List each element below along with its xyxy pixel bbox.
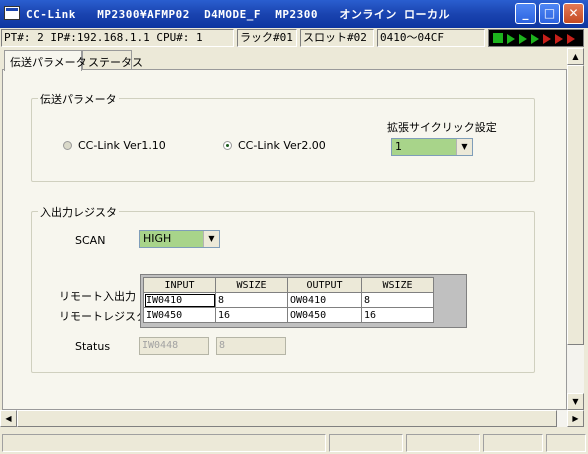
- remote-register-label: リモートレジスタ: [59, 310, 147, 323]
- scroll-left-icon[interactable]: ◀: [0, 410, 17, 427]
- scan-label: SCAN: [75, 234, 106, 247]
- close-button[interactable]: ✕: [563, 3, 584, 24]
- radio-unchecked-icon: [63, 141, 72, 150]
- tab-transfer-parameters[interactable]: 伝送パラメータ: [4, 50, 87, 71]
- maximize-button[interactable]: □: [539, 3, 560, 24]
- window-title: CC-Link MP2300¥AFMP02 D4MODE_F MP2300 オン…: [26, 8, 451, 21]
- status-pane: [2, 434, 326, 452]
- column-header-output: OUTPUT: [287, 277, 362, 293]
- input-register-cell[interactable]: IW0410: [143, 292, 216, 308]
- title-bar: CC-Link MP2300¥AFMP02 D4MODE_F MP2300 オン…: [0, 0, 588, 28]
- status-arrow-icon: [507, 34, 515, 44]
- column-header-wsize: WSIZE: [215, 277, 288, 293]
- status-bar: [0, 432, 588, 454]
- ext-cyclic-select[interactable]: 1 ▼: [391, 138, 473, 156]
- input-wsize-cell[interactable]: 16: [215, 307, 288, 323]
- status-arrow-icon: [567, 34, 575, 44]
- radio-ver200[interactable]: CC-Link Ver2.00: [223, 139, 326, 152]
- horizontal-scrollbar[interactable]: ◀ ▶: [0, 410, 584, 427]
- ext-cyclic-label: 拡張サイクリック設定: [387, 121, 497, 134]
- group-title: 伝送パラメータ: [38, 91, 119, 107]
- output-wsize-cell[interactable]: 8: [361, 292, 434, 308]
- status-size-field: 8: [216, 337, 286, 355]
- minimize-button[interactable]: _: [515, 3, 536, 24]
- vertical-scroll-thumb[interactable]: [567, 65, 584, 345]
- status-arrow-icon: [555, 34, 563, 44]
- column-header-wsize: WSIZE: [361, 277, 434, 293]
- vertical-scrollbar[interactable]: ▲ ▼: [567, 48, 584, 410]
- table-header-row: INPUT WSIZE OUTPUT WSIZE: [143, 277, 434, 293]
- table-row: IW0450 16 OW0450 16: [143, 307, 434, 323]
- input-register-cell[interactable]: IW0450: [143, 307, 216, 323]
- slot-info: スロット#02: [300, 29, 374, 47]
- radio-ver110-label: CC-Link Ver1.10: [78, 139, 166, 152]
- scan-value: HIGH: [143, 232, 172, 245]
- output-wsize-cell[interactable]: 16: [361, 307, 434, 323]
- input-wsize-cell[interactable]: 8: [215, 292, 288, 308]
- radio-ver200-label: CC-Link Ver2.00: [238, 139, 326, 152]
- status-register-field: IW0448: [139, 337, 209, 355]
- tab-content-panel: 伝送パラメータ CC-Link Ver1.10 CC-Link Ver2.00 …: [2, 69, 567, 410]
- chevron-down-icon[interactable]: ▼: [456, 139, 472, 155]
- status-arrow-icon: [543, 34, 551, 44]
- group-title: 入出力レジスタ: [38, 204, 119, 220]
- pt-ip-cpu-info: PT#: 2 IP#:192.168.1.1 CPU#: 1: [1, 29, 234, 47]
- run-led-icon: [493, 33, 503, 43]
- app-window-icon[interactable]: [4, 6, 20, 20]
- status-arrow-icon: [531, 34, 539, 44]
- status-pane: [483, 434, 543, 452]
- horizontal-scroll-thumb[interactable]: [17, 410, 557, 427]
- scroll-down-icon[interactable]: ▼: [567, 393, 584, 410]
- io-register-table: INPUT WSIZE OUTPUT WSIZE IW0410 8 OW0410…: [140, 274, 467, 328]
- output-register-cell[interactable]: OW0410: [287, 292, 362, 308]
- rack-info: ラック#01: [237, 29, 297, 47]
- register-range-info: 0410～04CF: [377, 29, 485, 47]
- tab-status[interactable]: ステータス: [82, 50, 143, 70]
- radio-checked-icon: [223, 141, 232, 150]
- table-row: IW0410 8 OW0410 8: [143, 292, 434, 308]
- status-arrow-icon: [519, 34, 527, 44]
- scan-select[interactable]: HIGH ▼: [139, 230, 220, 248]
- ext-cyclic-value: 1: [395, 140, 402, 153]
- output-register-cell[interactable]: OW0450: [287, 307, 362, 323]
- status-pane: [329, 434, 403, 452]
- chevron-down-icon[interactable]: ▼: [203, 231, 219, 247]
- scroll-right-icon[interactable]: ▶: [567, 410, 584, 427]
- radio-ver110[interactable]: CC-Link Ver1.10: [63, 139, 166, 152]
- scroll-up-icon[interactable]: ▲: [567, 48, 584, 65]
- status-pane: [406, 434, 480, 452]
- remote-io-label: リモート入出力: [59, 290, 136, 303]
- module-info-bar: PT#: 2 IP#:192.168.1.1 CPU#: 1 ラック#01 スロ…: [0, 28, 588, 48]
- status-lights: [488, 29, 584, 47]
- column-header-input: INPUT: [143, 277, 216, 293]
- status-pane: [546, 434, 586, 452]
- status-label: Status: [75, 340, 111, 353]
